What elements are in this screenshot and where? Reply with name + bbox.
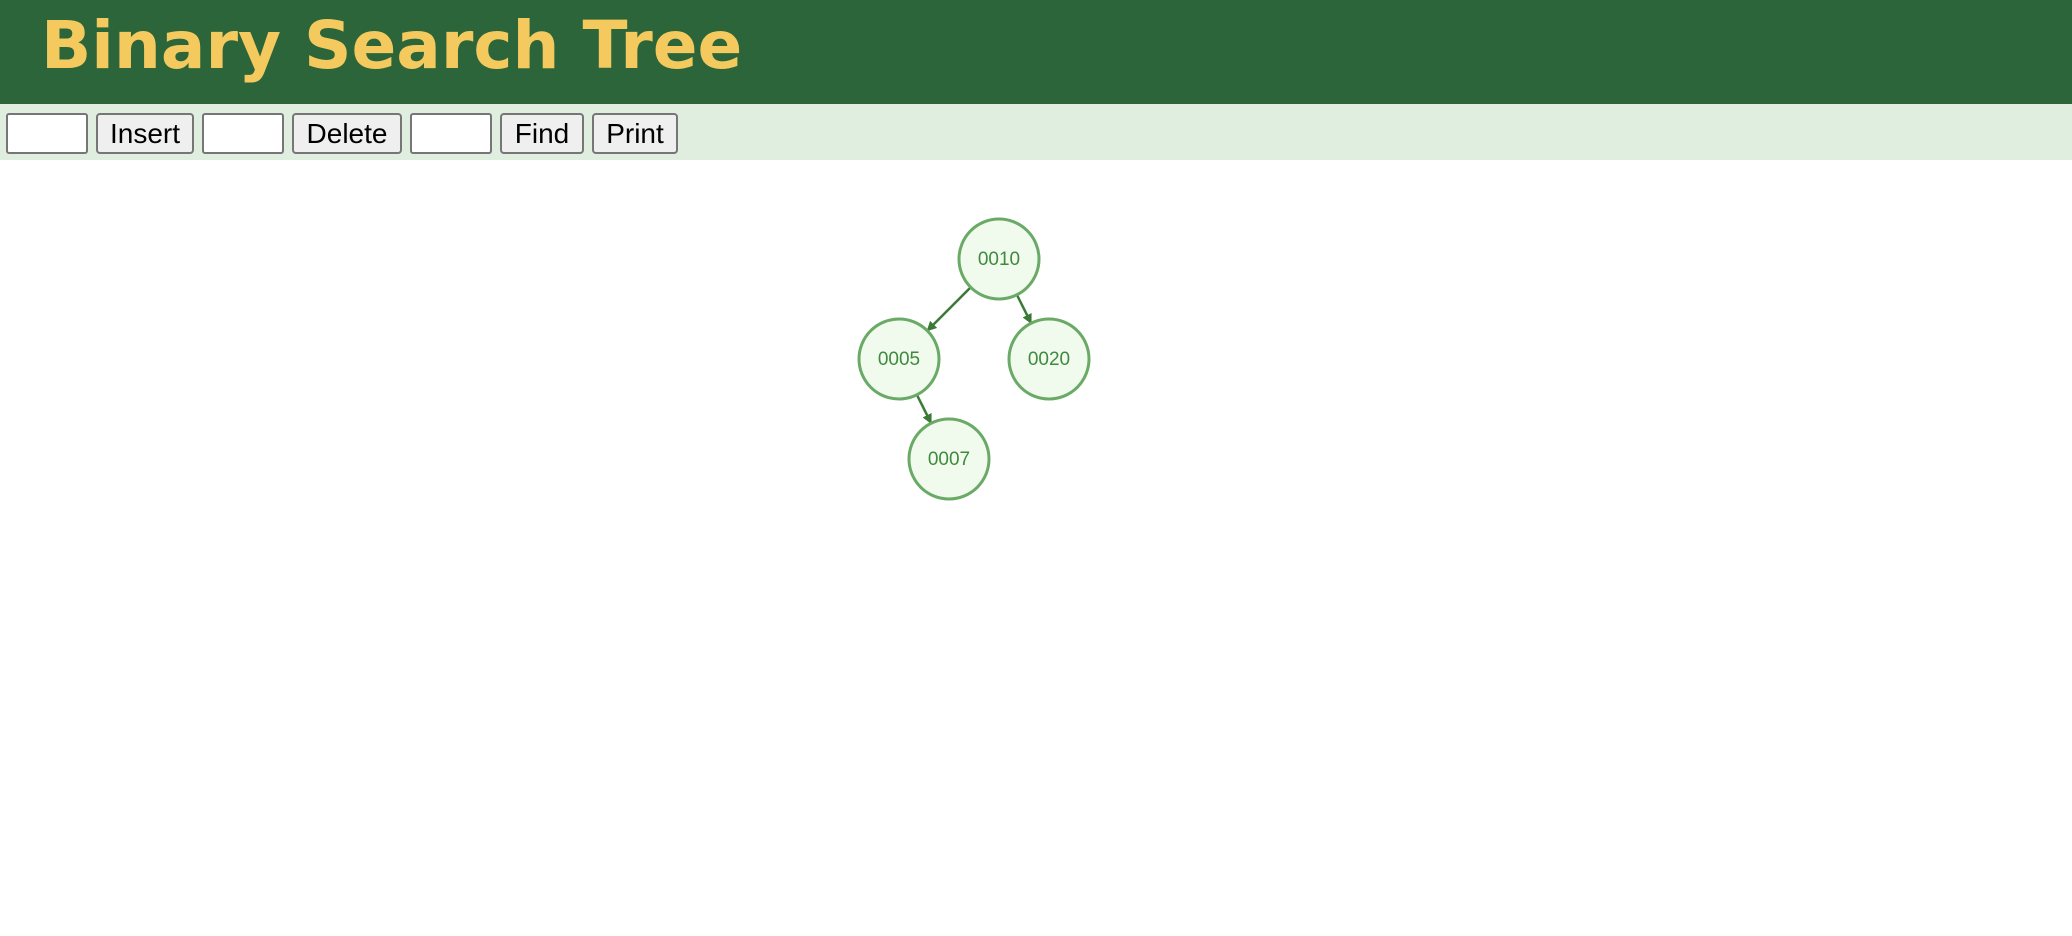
tree-node-label: 0020 (1028, 349, 1070, 370)
toolbar: Insert Delete Find Print (0, 104, 2072, 160)
tree-diagram: 0010 0005 0020 0007 (857, 217, 1091, 501)
tree-node-n7: 0007 (907, 417, 991, 501)
insert-button[interactable]: Insert (96, 113, 194, 154)
insert-input[interactable] (6, 113, 88, 154)
print-button[interactable]: Print (592, 113, 678, 154)
find-button[interactable]: Find (500, 113, 584, 154)
delete-button[interactable]: Delete (292, 113, 402, 154)
tree-edge-n10-n20 (1015, 294, 1033, 325)
tree-canvas: 0010 0005 0020 0007 (0, 160, 2072, 936)
tree-node-n20: 0020 (1007, 317, 1091, 401)
delete-input[interactable] (202, 113, 284, 154)
tree-edge-n10-n5 (926, 286, 972, 332)
app-header: Binary Search Tree (0, 0, 2072, 104)
tree-node-label: 0005 (878, 349, 920, 370)
page-title: Binary Search Tree (41, 7, 743, 84)
tree-node-n5: 0005 (857, 317, 941, 401)
tree-node-label: 0007 (928, 449, 970, 470)
find-input[interactable] (410, 113, 492, 154)
tree-node-label: 0010 (978, 249, 1020, 270)
tree-edge-n5-n7 (915, 394, 933, 425)
tree-node-n10: 0010 (957, 217, 1041, 301)
